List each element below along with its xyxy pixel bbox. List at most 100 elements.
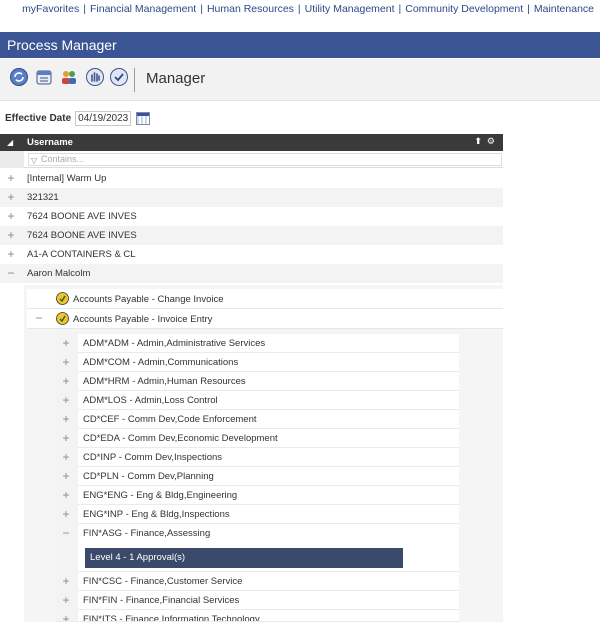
- process-row[interactable]: Accounts Payable - Change Invoice: [27, 289, 503, 309]
- list-item-label: ENG*INP - Eng & Bldg,Inspections: [83, 509, 230, 520]
- list-item-label: FIN*ASG - Finance,Assessing: [83, 528, 211, 539]
- list-item-label: FIN*CSC - Finance,Customer Service: [83, 576, 243, 587]
- row-label: A1-A CONTAINERS & CL: [27, 249, 136, 260]
- list-item-label: CD*CEF - Comm Dev,Code Enforcement: [83, 414, 257, 425]
- expand-icon[interactable]: +: [61, 412, 71, 426]
- process-label: Accounts Payable - Invoice Entry: [73, 314, 213, 325]
- settings-icon[interactable]: ⚙: [487, 136, 495, 147]
- collapse-all-icon[interactable]: ◢: [7, 138, 13, 147]
- list-item-label: ADM*HRM - Admin,Human Resources: [83, 376, 246, 387]
- nav-separator: |: [200, 2, 203, 15]
- expand-icon[interactable]: +: [61, 374, 71, 388]
- list-item-label: ADM*LOS - Admin,Loss Control: [83, 395, 218, 406]
- table-row[interactable]: + [Internal] Warm Up: [0, 169, 503, 188]
- nav-myfavorites[interactable]: myFavorites: [22, 3, 79, 15]
- expand-icon[interactable]: +: [61, 393, 71, 407]
- expand-icon[interactable]: +: [61, 355, 71, 369]
- expand-icon[interactable]: +: [61, 612, 71, 621]
- row-label: Aaron Malcolm: [27, 268, 91, 279]
- table-row[interactable]: + 7624 BOONE AVE INVES: [0, 226, 503, 245]
- list-item[interactable]: + CD*PLN - Comm Dev,Planning: [56, 467, 459, 486]
- grid-header: ◢ Username ⬆ ⚙: [0, 134, 503, 151]
- refresh-icon[interactable]: [9, 67, 29, 87]
- filter-input[interactable]: ▽ Contains...: [28, 153, 502, 166]
- effective-date-input[interactable]: 04/19/2023: [75, 111, 132, 126]
- list-item[interactable]: + ADM*HRM - Admin,Human Resources: [56, 372, 459, 391]
- expand-icon[interactable]: +: [61, 488, 71, 502]
- expand-icon[interactable]: +: [61, 507, 71, 521]
- effective-date-label: Effective Date: [5, 113, 72, 124]
- process-icon: [56, 292, 69, 305]
- list-item[interactable]: + ENG*ENG - Eng & Bldg,Engineering: [56, 486, 459, 505]
- table-row[interactable]: + A1-A CONTAINERS & CL: [0, 245, 503, 264]
- nav-community-development[interactable]: Community Development: [405, 3, 523, 15]
- row-label: [Internal] Warm Up: [27, 173, 107, 184]
- process-icon: [56, 312, 69, 325]
- nav-human-resources[interactable]: Human Resources: [207, 3, 294, 15]
- table-row[interactable]: + 321321: [0, 188, 503, 207]
- effective-date: Effective Date 04/19/2023: [5, 111, 151, 126]
- list-item[interactable]: + CD*INP - Comm Dev,Inspections: [56, 448, 459, 467]
- hand-icon[interactable]: [85, 67, 105, 87]
- column-username[interactable]: Username: [27, 137, 73, 148]
- list-item-label: CD*EDA - Comm Dev,Economic Development: [83, 433, 278, 444]
- list-item[interactable]: + FIN*CSC - Finance,Customer Service: [56, 572, 459, 591]
- list-item-label: FIN*FIN - Finance,Financial Services: [83, 595, 240, 606]
- nav-separator: |: [83, 2, 86, 15]
- nav-maintenance[interactable]: Maintenance: [534, 3, 594, 15]
- row-label: 7624 BOONE AVE INVES: [27, 211, 137, 222]
- expand-icon[interactable]: +: [61, 593, 71, 607]
- nav-separator: |: [527, 2, 530, 15]
- filter-placeholder: Contains...: [41, 154, 85, 164]
- sort-up-icon[interactable]: ⬆: [474, 136, 482, 147]
- calendar-picker-icon[interactable]: [136, 112, 151, 125]
- collapse-icon[interactable]: −: [61, 526, 71, 540]
- expand-icon[interactable]: +: [61, 431, 71, 445]
- nav-utility-management[interactable]: Utility Management: [305, 3, 395, 15]
- filter-gutter: [0, 151, 24, 168]
- row-label: 7624 BOONE AVE INVES: [27, 230, 137, 241]
- approval-level-bar[interactable]: Level 4 - 1 Approval(s): [85, 548, 403, 568]
- page-title: Process Manager: [0, 32, 600, 58]
- expand-icon[interactable]: +: [6, 171, 16, 185]
- list-item[interactable]: + CD*EDA - Comm Dev,Economic Development: [56, 429, 459, 448]
- collapse-icon[interactable]: −: [34, 311, 44, 325]
- list-item-label: ADM*COM - Admin,Communications: [83, 357, 239, 368]
- filter-row: ▽ Contains...: [0, 151, 503, 168]
- expand-icon[interactable]: +: [61, 574, 71, 588]
- toolbar-title: Manager: [146, 70, 206, 87]
- list-item[interactable]: + ADM*COM - Admin,Communications: [56, 353, 459, 372]
- table-row[interactable]: − Aaron Malcolm: [0, 264, 503, 283]
- users-icon[interactable]: [59, 67, 79, 87]
- nav-separator: |: [297, 2, 301, 15]
- toolbar: Manager: [0, 59, 600, 101]
- list-item[interactable]: + ENG*INP - Eng & Bldg,Inspections: [56, 505, 459, 524]
- list-item[interactable]: + FIN*ITS - Finance,Information Technolog…: [56, 610, 459, 622]
- expand-icon[interactable]: +: [6, 228, 16, 242]
- row-label: 321321: [27, 192, 59, 203]
- calendar-icon[interactable]: [34, 67, 54, 87]
- toolbar-divider: [134, 68, 135, 92]
- table-row[interactable]: + 7624 BOONE AVE INVES: [0, 207, 503, 226]
- collapse-icon[interactable]: −: [6, 266, 16, 280]
- expand-icon[interactable]: +: [6, 209, 16, 223]
- list-item-label: ADM*ADM - Admin,Administrative Services: [83, 338, 266, 349]
- expand-icon[interactable]: +: [6, 247, 16, 261]
- expand-icon[interactable]: +: [6, 190, 16, 204]
- list-item[interactable]: + CD*CEF - Comm Dev,Code Enforcement: [56, 410, 459, 429]
- list-item[interactable]: + ADM*LOS - Admin,Loss Control: [56, 391, 459, 410]
- process-row[interactable]: − Accounts Payable - Invoice Entry: [27, 309, 503, 329]
- process-label: Accounts Payable - Change Invoice: [73, 294, 224, 305]
- list-item-label: CD*PLN - Comm Dev,Planning: [83, 471, 214, 482]
- nav-financial-management[interactable]: Financial Management: [90, 3, 196, 15]
- nav-separator: |: [398, 2, 402, 15]
- filter-icon[interactable]: ▽: [31, 155, 37, 166]
- top-nav: myFavorites | Financial Management | Hum…: [0, 0, 600, 17]
- check-icon[interactable]: [109, 67, 129, 87]
- list-item[interactable]: + ADM*ADM - Admin,Administrative Services: [56, 334, 459, 353]
- list-item-label: ENG*ENG - Eng & Bldg,Engineering: [83, 490, 238, 501]
- expand-icon[interactable]: +: [61, 336, 71, 350]
- expand-icon[interactable]: +: [61, 450, 71, 464]
- list-item[interactable]: + FIN*FIN - Finance,Financial Services: [56, 591, 459, 610]
- expand-icon[interactable]: +: [61, 469, 71, 483]
